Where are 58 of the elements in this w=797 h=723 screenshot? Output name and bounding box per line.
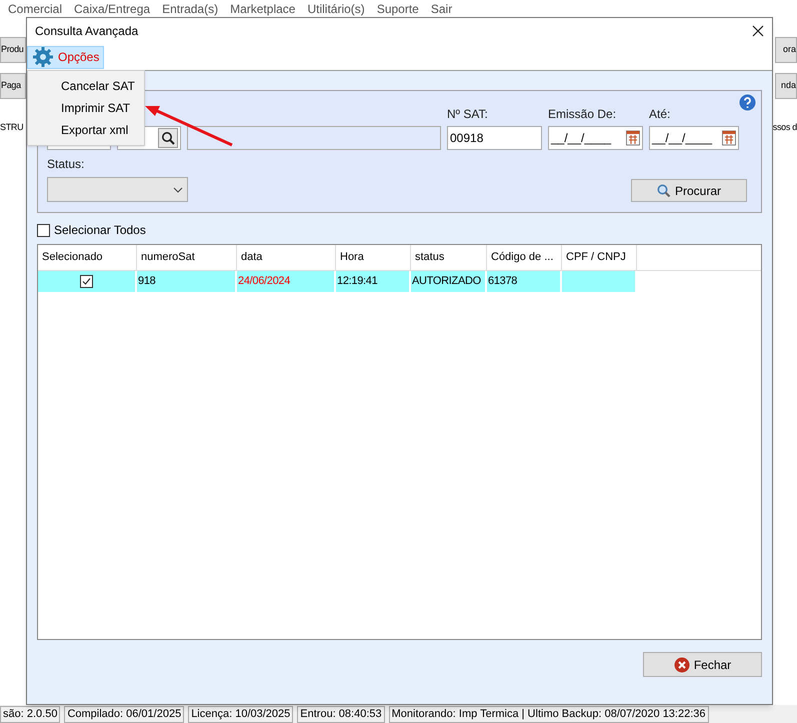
app-label: ssos d — [772, 121, 797, 134]
row-checkbox[interactable] — [80, 275, 93, 288]
menu-item[interactable]: Imprimir SAT — [28, 97, 144, 119]
close-icon[interactable] — [752, 25, 764, 37]
magnifier-icon — [656, 184, 671, 198]
app-menu-item[interactable]: Suporte — [376, 3, 419, 15]
app-menu-item[interactable]: Comercial — [8, 3, 62, 15]
app-toolbar-button[interactable]: nda — [775, 73, 797, 99]
calendar-icon[interactable] — [722, 130, 736, 146]
close-icon — [674, 656, 690, 672]
table-cell: 61378 — [487, 271, 562, 293]
app-menu-item[interactable]: Entrada(s) — [162, 3, 218, 15]
window-title: Consulta Avançada — [35, 23, 138, 40]
field-label: Emissão De: — [548, 106, 618, 123]
app-menu-item[interactable]: Marketplace — [230, 3, 296, 15]
status-bar-field: Compilado: 06/01/2025 — [64, 706, 184, 722]
app-menu-item[interactable]: Caixa/Entrega — [74, 3, 150, 15]
checkbox[interactable] — [37, 224, 50, 236]
column-header[interactable]: CPF / CNPJ — [562, 245, 637, 270]
status-bar-field: Monitorando: Imp Termica | Ultimo Backup: 08/07/2020 13:22:36 — [388, 706, 709, 722]
menu-item[interactable]: Cancelar SAT — [28, 75, 144, 97]
table-cell: 918 — [137, 271, 237, 293]
app-toolbar-button[interactable]: Produ — [0, 37, 26, 63]
column-header[interactable]: Selecionado — [38, 245, 137, 270]
column-header[interactable]: Código de ... — [487, 245, 562, 270]
app-menu-item[interactable]: Utilitário(s) — [307, 3, 365, 15]
help-icon[interactable] — [739, 94, 756, 111]
app-menu-item[interactable]: Sair — [430, 3, 452, 15]
field-label: Nº SAT: — [447, 106, 489, 123]
gear-icon — [32, 46, 54, 68]
column-header[interactable]: numeroSat — [137, 245, 237, 270]
status-bar-field: Licença: 10/03/2025 — [188, 706, 294, 722]
search-button[interactable] — [158, 128, 178, 148]
status-bar-field: são: 2.0.50 — [0, 706, 60, 722]
search-button[interactable]: Procurar — [631, 179, 747, 202]
search-icon — [161, 131, 175, 145]
app-toolbar-button[interactable]: Paga — [0, 73, 26, 99]
sat-number-field[interactable]: 00918 — [447, 126, 542, 150]
options-menu[interactable]: Opções — [27, 46, 104, 68]
status-bar-field: Entrou: 08:40:53 — [297, 706, 385, 722]
menu-item[interactable]: Exportar xml — [28, 119, 144, 141]
table-cell[interactable] — [38, 271, 137, 293]
column-header[interactable]: data — [237, 245, 336, 270]
table-cell: AUTORIZADO — [411, 271, 487, 293]
table-cell: 24/06/2024 — [237, 271, 336, 293]
calendar-icon[interactable] — [626, 130, 640, 146]
column-header[interactable]: status — [411, 245, 487, 270]
chevron-down-icon — [173, 186, 183, 192]
table-cell: 12:19:41 — [336, 271, 411, 293]
close-button[interactable]: Fechar — [643, 652, 762, 677]
date-field[interactable]: __/__/____ — [649, 126, 739, 150]
app-toolbar-button[interactable]: ora — [775, 37, 797, 63]
checkbox-label: Selecionar Todos — [54, 222, 146, 239]
date-field[interactable]: __/__/____ — [548, 126, 643, 150]
app-label: STRU — [0, 121, 24, 134]
field-label: Até: — [649, 106, 672, 123]
column-header[interactable]: Hora — [336, 245, 411, 270]
field-label: Status: — [47, 156, 86, 173]
